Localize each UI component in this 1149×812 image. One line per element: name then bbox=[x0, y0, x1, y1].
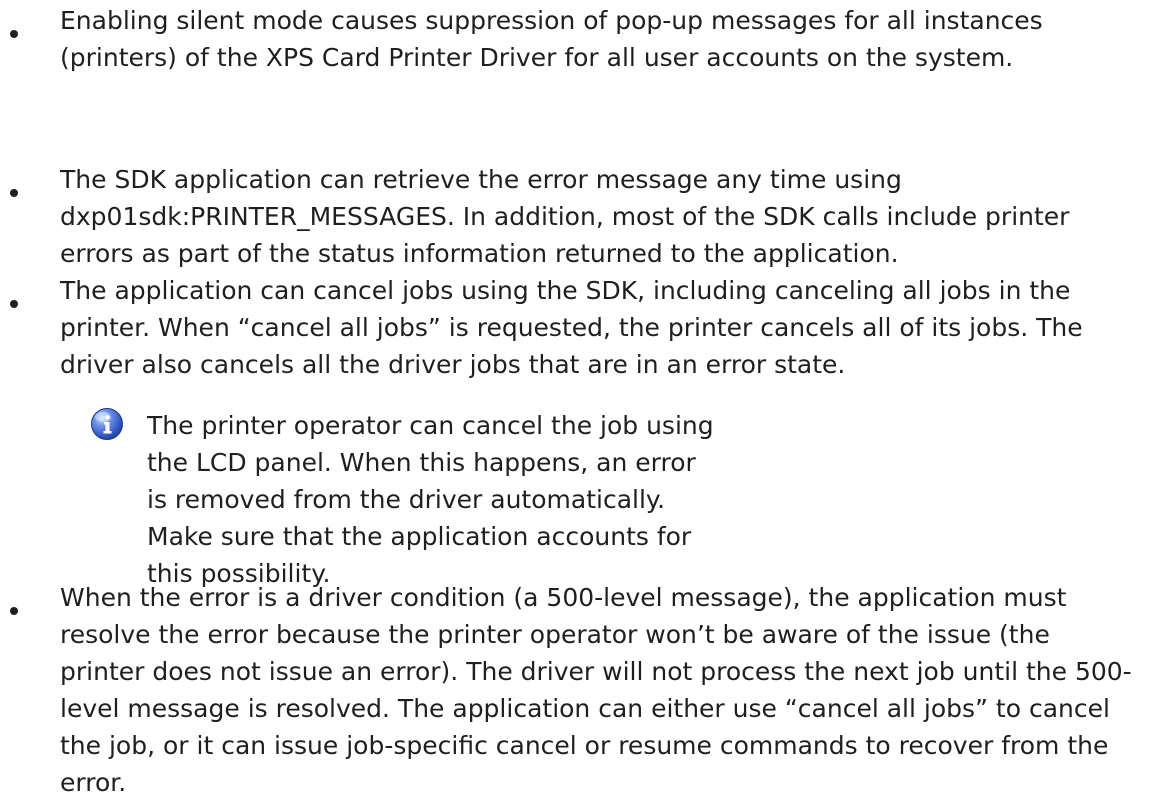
bullet-text: The application can cancel jobs using th… bbox=[60, 276, 1083, 379]
bullet-text: When the error is a driver condition (a … bbox=[60, 583, 1132, 797]
bullet-dot-icon bbox=[10, 607, 18, 615]
info-icon bbox=[91, 408, 123, 440]
bullet-dot-icon bbox=[10, 189, 18, 197]
document-page: Enabling silent mode causes suppression … bbox=[0, 0, 1149, 812]
bullet-text: The SDK application can retrieve the err… bbox=[60, 165, 1070, 268]
note-text: The printer operator can cancel the job … bbox=[147, 411, 714, 588]
bullet-dot-icon bbox=[10, 30, 18, 38]
bullet-text: Enabling silent mode causes suppression … bbox=[60, 6, 1043, 72]
bullet-dot-icon bbox=[10, 300, 18, 308]
